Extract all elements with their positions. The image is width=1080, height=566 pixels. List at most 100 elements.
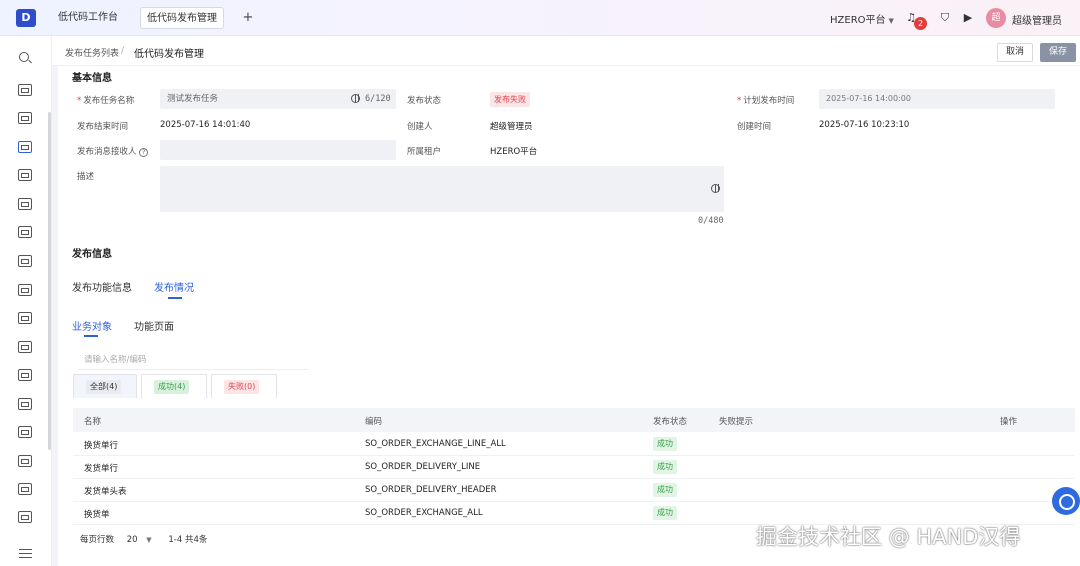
created-time-label: 创建时间 xyxy=(737,122,772,132)
tab-lowcode-workbench[interactable]: 低代码工作台 xyxy=(52,7,124,29)
receiver-input[interactable] xyxy=(160,140,396,160)
sidebar-item-5-icon[interactable] xyxy=(18,198,32,210)
column-header-code: 编码 xyxy=(365,417,383,427)
row-name: 发货单头表 xyxy=(84,487,127,497)
end-time-label: 发布结束时间 xyxy=(77,122,129,132)
help-icon: ? xyxy=(139,148,149,157)
description-textarea[interactable] xyxy=(160,166,724,212)
description-counter: 0/480 xyxy=(698,216,724,226)
sidebar-item-13-icon[interactable] xyxy=(18,426,32,438)
app-logo: D xyxy=(16,9,36,27)
planned-time-input[interactable]: 2025-07-16 14:00:00 xyxy=(819,89,1055,109)
column-header-error: 失败提示 xyxy=(719,417,754,427)
column-header-name: 名称 xyxy=(84,417,102,427)
table-row[interactable]: 发货单行 SO_ORDER_DELIVERY_LINE 成功 xyxy=(73,456,1075,479)
filter-tab-all[interactable]: 全部(4) xyxy=(73,374,137,398)
tab-publish-function-info[interactable]: 发布功能信息 xyxy=(72,279,132,294)
row-code: SO_ORDER_EXCHANGE_ALL xyxy=(365,508,483,518)
username[interactable]: 超级管理员 xyxy=(1012,12,1062,27)
tab-publish-status[interactable]: 发布情况 xyxy=(154,279,194,294)
filter-tab-failed[interactable]: 失败(0) xyxy=(211,374,277,398)
row-name: 发货单行 xyxy=(84,464,119,474)
sidebar-item-6-icon[interactable] xyxy=(18,226,32,238)
sidebar-item-2-icon[interactable] xyxy=(18,112,32,124)
sidebar-item-9-icon[interactable] xyxy=(18,312,32,324)
table-row[interactable]: 发货单头表 SO_ORDER_DELIVERY_HEADER 成功 xyxy=(73,479,1075,502)
task-name-input[interactable]: 测试发布任务 xyxy=(160,89,396,109)
receiver-label: 发布消息接收人 ? xyxy=(77,145,149,157)
page-size-select[interactable]: 20 ▼ xyxy=(127,535,152,545)
filter-success-label: 成功(4) xyxy=(154,380,190,394)
shirt-icon[interactable]: ⛉ xyxy=(937,10,953,26)
tenant-label: 所属租户 xyxy=(407,147,442,157)
tenant-switcher[interactable]: HZERO平台 ▼ xyxy=(830,11,894,26)
status-label: 发布状态 xyxy=(407,96,442,106)
sidebar xyxy=(0,36,52,566)
status-badge: 成功 xyxy=(653,506,677,520)
breadcrumb-parent[interactable]: 发布任务列表 xyxy=(65,46,119,59)
column-header-actions: 操作 xyxy=(1000,417,1018,427)
planned-time-label: * 计划发布时间 xyxy=(737,96,795,106)
row-name: 换货单 xyxy=(84,510,110,520)
basic-info-title: 基本信息 xyxy=(72,73,112,84)
row-code: SO_ORDER_DELIVERY_LINE xyxy=(365,462,481,472)
page-range: 1-4 xyxy=(168,535,183,545)
main-content: 基本信息 * 发布任务名称 测试发布任务 6/120 发布状态 发布失败 * 计划发… xyxy=(58,66,1080,566)
save-button[interactable]: 保存 xyxy=(1040,43,1076,62)
sidebar-item-3-icon[interactable] xyxy=(18,141,32,153)
sidebar-item-14-icon[interactable] xyxy=(18,455,32,467)
publish-info-title: 发布信息 xyxy=(72,249,112,260)
subtab-indicator xyxy=(84,335,98,337)
search-input[interactable]: 请输入名称/编码 xyxy=(78,350,308,370)
tenant-value: HZERO平台 xyxy=(490,147,538,157)
sidebar-item-10-icon[interactable] xyxy=(18,341,32,353)
page-size-label: 每页行数 xyxy=(80,535,115,545)
sidebar-item-4-icon[interactable] xyxy=(18,169,32,181)
top-bar: D 低代码工作台 低代码发布管理 + HZERO平台 ▼ ♫ 2 ⛉ ▶ 超 超级… xyxy=(0,0,1080,36)
play-icon[interactable]: ▶ xyxy=(960,10,976,26)
search-icon[interactable] xyxy=(19,52,29,62)
chat-help-icon[interactable] xyxy=(1052,487,1080,515)
watermark: 掘金技术社区 @ HAND汉得 xyxy=(756,525,1021,549)
globe-icon[interactable] xyxy=(711,184,720,193)
filter-tab-success[interactable]: 成功(4) xyxy=(141,374,207,398)
task-name-label: * 发布任务名称 xyxy=(77,96,135,106)
end-time-value: 2025-07-16 14:01:40 xyxy=(160,120,251,130)
sidebar-item-11-icon[interactable] xyxy=(18,369,32,381)
task-name-counter: 6/120 xyxy=(365,94,391,104)
creator-value: 超级管理员 xyxy=(490,122,533,132)
breadcrumb-separator: / xyxy=(121,46,125,56)
add-tab-button[interactable]: + xyxy=(238,8,258,28)
filter-failed-label: 失败(0) xyxy=(224,380,260,394)
tab-indicator xyxy=(168,297,182,299)
table-header: 名称 编码 发布状态 失败提示 操作 xyxy=(73,408,1075,432)
status-badge: 成功 xyxy=(653,483,677,497)
pagination: 每页行数 20 ▼ 1-4 共4条 xyxy=(80,533,207,545)
collapse-menu-icon[interactable] xyxy=(19,549,32,558)
tab-function-page[interactable]: 功能页面 xyxy=(134,318,174,333)
tenant-name: HZERO平台 xyxy=(830,15,886,26)
notification-badge: 2 xyxy=(914,17,927,30)
sidebar-item-15-icon[interactable] xyxy=(18,483,32,495)
filter-all-label: 全部(4) xyxy=(86,380,122,394)
sidebar-item-7-icon[interactable] xyxy=(18,255,32,267)
table-row[interactable]: 换货单行 SO_ORDER_EXCHANGE_LINE_ALL 成功 xyxy=(73,433,1075,456)
tab-business-object[interactable]: 业务对象 xyxy=(72,318,112,333)
breadcrumb-current: 低代码发布管理 xyxy=(134,49,204,60)
sidebar-item-8-icon[interactable] xyxy=(18,284,32,296)
row-name: 换货单行 xyxy=(84,441,119,451)
sidebar-item-1-icon[interactable] xyxy=(18,84,32,96)
sidebar-item-16-icon[interactable] xyxy=(18,511,32,523)
sidebar-scrollbar[interactable] xyxy=(48,112,51,450)
creator-label: 创建人 xyxy=(407,122,433,132)
sidebar-item-12-icon[interactable] xyxy=(18,398,32,410)
row-code: SO_ORDER_EXCHANGE_LINE_ALL xyxy=(365,439,506,449)
globe-icon[interactable] xyxy=(351,94,360,103)
avatar[interactable]: 超 xyxy=(986,8,1006,28)
description-label: 描述 xyxy=(77,172,95,182)
cancel-button[interactable]: 取消 xyxy=(997,43,1033,62)
tab-lowcode-publish[interactable]: 低代码发布管理 xyxy=(140,7,224,29)
row-code: SO_ORDER_DELIVERY_HEADER xyxy=(365,485,497,495)
column-header-status: 发布状态 xyxy=(653,417,688,427)
chevron-down-icon: ▼ xyxy=(888,17,894,25)
